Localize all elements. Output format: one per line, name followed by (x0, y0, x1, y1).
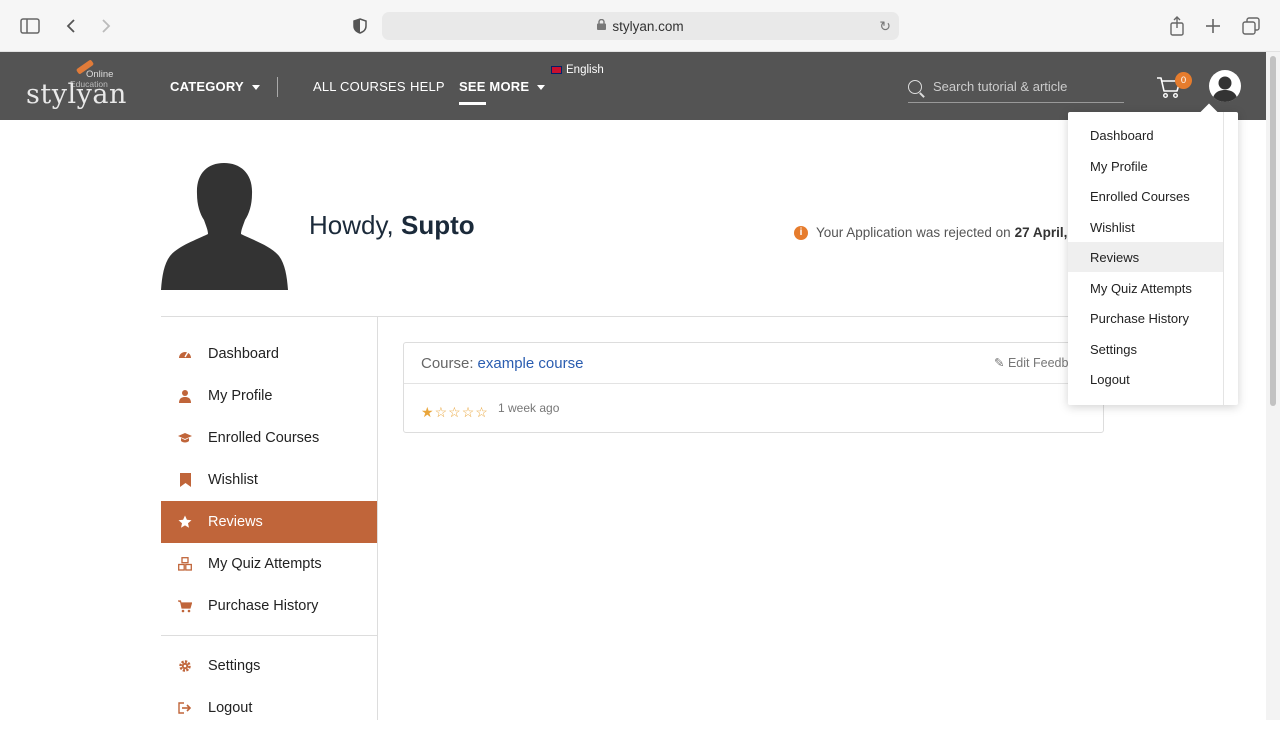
dropdown-item-wishlist[interactable]: Wishlist (1068, 212, 1223, 242)
graduation-cap-icon (178, 431, 192, 445)
edit-feedback-button[interactable]: ✎ Edit Feedba (994, 355, 1075, 370)
uk-flag-icon (551, 66, 562, 74)
chevron-down-icon (251, 85, 260, 91)
sidebar-item-settings[interactable]: Settings (161, 645, 377, 687)
dropdown-item-purchase-history[interactable]: Purchase History (1068, 303, 1223, 333)
star-empty-icon: ☆ (434, 404, 448, 420)
sidebar-item-reviews[interactable]: Reviews (161, 501, 377, 543)
site-logo[interactable]: Online Education stylyan (26, 59, 126, 112)
star-empty-icon: ☆ (461, 404, 475, 420)
user-icon (178, 389, 192, 403)
sidebar-item-label: Logout (208, 700, 253, 716)
dropdown-item-quiz-attempts[interactable]: My Quiz Attempts (1068, 273, 1223, 303)
sidebar-item-label: Dashboard (208, 346, 279, 362)
logout-icon (178, 701, 192, 715)
nav-see-more[interactable]: SEE MORE (459, 79, 546, 94)
star-rating: ★ ☆ ☆ ☆ ☆ (421, 405, 489, 419)
site-header: Online Education stylyan CATEGORY ALL CO… (0, 52, 1266, 120)
browser-toolbar: stylyan.com ↻ (0, 0, 1280, 52)
sidebar-item-enrolled-courses[interactable]: Enrolled Courses (161, 417, 377, 459)
sidebar-item-label: My Profile (208, 388, 273, 404)
cart-icon (178, 599, 192, 613)
url-text: stylyan.com (612, 18, 684, 34)
greeting-text: Howdy, (309, 210, 401, 240)
star-filled-icon: ★ (421, 404, 434, 420)
user-name: Supto (401, 210, 475, 240)
lock-icon (597, 18, 607, 33)
nav-category-label: CATEGORY (170, 79, 244, 94)
share-icon[interactable] (1165, 14, 1189, 38)
sidebar-item-purchase-history[interactable]: Purchase History (161, 585, 377, 627)
sidebar-divider (377, 317, 378, 720)
sidebar-item-label: Settings (208, 658, 261, 674)
pencil-icon: ✎ (994, 356, 1005, 370)
back-icon[interactable] (59, 14, 83, 38)
user-dropdown-menu: Dashboard My Profile Enrolled Courses Wi… (1068, 112, 1238, 405)
nav-help[interactable]: HELP (410, 79, 445, 94)
dropdown-item-settings[interactable]: Settings (1068, 334, 1223, 364)
sidebar-item-label: Reviews (208, 514, 263, 530)
dashboard-icon (178, 347, 192, 361)
sidebar-item-label: My Quiz Attempts (208, 556, 322, 572)
course-prefix: Course: (421, 354, 474, 372)
sidebar-toggle-icon[interactable] (18, 14, 42, 38)
sidebar-item-wishlist[interactable]: Wishlist (161, 459, 377, 501)
cart-count-badge: 0 (1175, 72, 1192, 89)
tabs-overview-icon[interactable] (1239, 14, 1263, 38)
sidebar-item-dashboard[interactable]: Dashboard (161, 333, 377, 375)
gear-icon (178, 659, 192, 673)
sidebar-item-my-profile[interactable]: My Profile (161, 375, 377, 417)
sidebar-item-label: Wishlist (208, 472, 258, 488)
nav-category[interactable]: CATEGORY (170, 79, 260, 94)
nav-see-more-label: SEE MORE (459, 79, 530, 94)
header-divider (161, 316, 1081, 317)
language-switcher[interactable]: English (551, 64, 604, 76)
profile-photo (161, 160, 288, 290)
sidebar-item-label: Enrolled Courses (208, 430, 320, 446)
notice-date: 27 April, (1014, 225, 1068, 240)
active-nav-underline (459, 102, 486, 105)
bookmark-icon (178, 473, 192, 487)
dropdown-item-my-profile[interactable]: My Profile (1068, 151, 1223, 181)
dropdown-edge (1223, 112, 1224, 405)
page-scrollbar[interactable] (1266, 52, 1280, 720)
search-icon[interactable] (908, 80, 922, 94)
application-notice: i Your Application was rejected on 27 Apr… (794, 225, 1067, 240)
greeting-heading: Howdy, Supto (309, 210, 475, 241)
dropdown-item-logout[interactable]: Logout (1068, 364, 1223, 394)
sidebar-item-label: Purchase History (208, 598, 319, 614)
star-icon (178, 515, 192, 529)
forward-icon[interactable] (94, 14, 118, 38)
nav-all-courses[interactable]: ALL COURSES (313, 79, 406, 94)
review-timestamp: 1 week ago (498, 401, 560, 415)
search-input[interactable] (933, 75, 1118, 97)
search-bar (908, 72, 1124, 103)
dropdown-item-dashboard[interactable]: Dashboard (1068, 120, 1223, 150)
shield-icon[interactable] (348, 14, 372, 38)
logo-text: stylyan (26, 79, 127, 110)
star-empty-icon: ☆ (448, 404, 461, 420)
language-label: English (566, 64, 604, 76)
notice-text: Your Application was rejected on (816, 225, 1011, 240)
new-tab-icon[interactable] (1201, 14, 1225, 38)
edit-feedback-label: Edit Feedba (1007, 356, 1076, 370)
info-icon: i (794, 225, 808, 240)
quiz-icon (178, 557, 192, 571)
sidebar-item-quiz-attempts[interactable]: My Quiz Attempts (161, 543, 377, 585)
star-empty-icon: ☆ (475, 404, 488, 420)
review-card: Course: example course ✎ Edit Feedba ★ ☆ ☆… (403, 342, 1104, 433)
dropdown-item-enrolled-courses[interactable]: Enrolled Courses (1068, 181, 1223, 211)
sidebar-separator (161, 635, 377, 636)
reload-icon[interactable]: ↻ (879, 18, 891, 35)
dropdown-item-reviews[interactable]: Reviews (1068, 242, 1223, 272)
nav-divider (277, 77, 278, 97)
chevron-down-icon (537, 85, 546, 91)
course-link[interactable]: example course (478, 355, 584, 372)
user-avatar-button[interactable] (1209, 70, 1241, 102)
sidebar-item-logout[interactable]: Logout (161, 687, 377, 729)
scroll-thumb[interactable] (1270, 56, 1276, 406)
address-bar[interactable]: stylyan.com ↻ (382, 12, 899, 40)
